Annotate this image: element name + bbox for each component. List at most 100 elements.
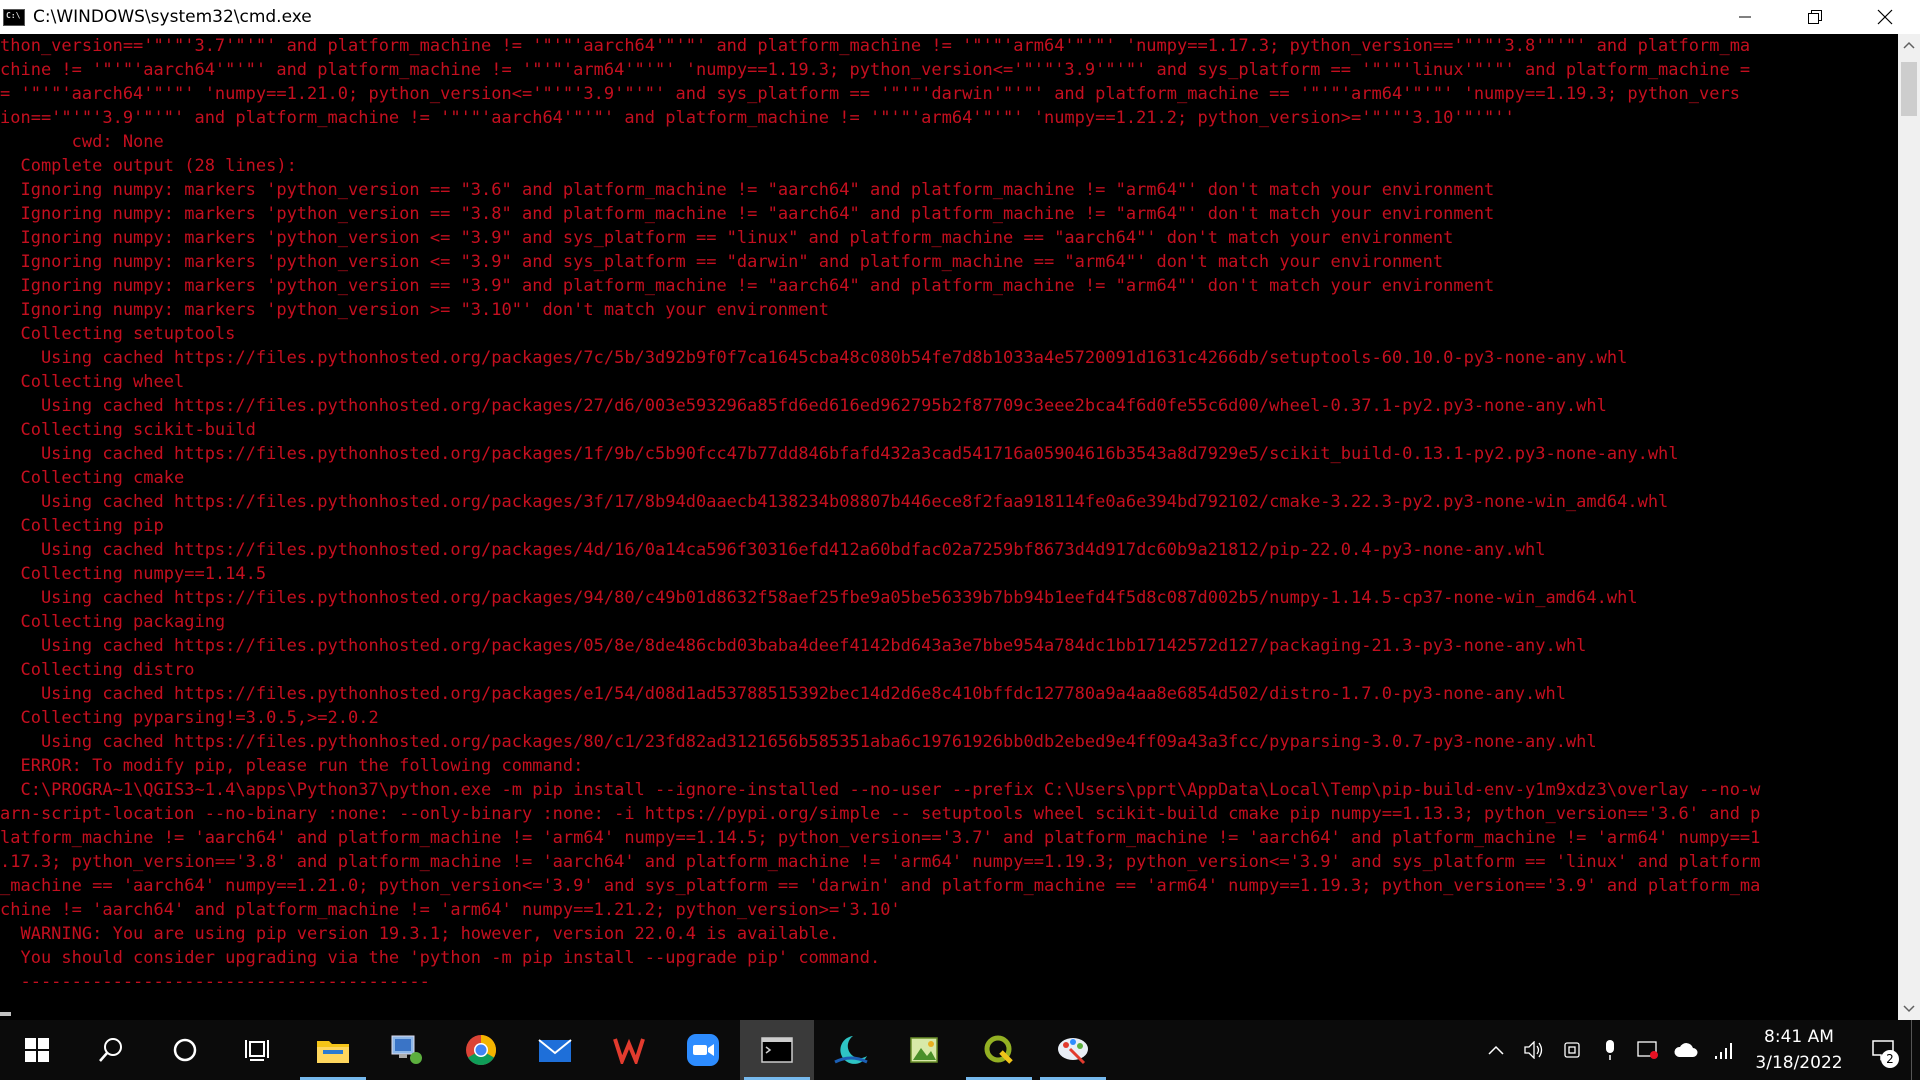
console-line: latform_machine != 'aarch64' and platfor… <box>0 828 1761 848</box>
scroll-down-button[interactable] <box>1898 998 1920 1020</box>
moon-icon <box>834 1036 868 1064</box>
minimize-icon <box>1739 16 1751 18</box>
device-tray-button[interactable] <box>1553 1020 1591 1080</box>
scroll-thumb[interactable] <box>1901 62 1917 116</box>
system-tray: 8:41 AM 3/18/2022 2 <box>1477 1020 1920 1080</box>
task-view-button[interactable] <box>222 1020 296 1080</box>
network-app-button[interactable] <box>370 1020 444 1080</box>
show-desktop-button[interactable] <box>1911 1020 1920 1080</box>
screen-icon <box>1637 1041 1658 1059</box>
console-line: chine != 'aarch64' and platform_machine … <box>0 900 901 920</box>
search-button[interactable] <box>74 1020 148 1080</box>
close-button[interactable] <box>1850 0 1920 34</box>
volume-button[interactable] <box>1515 1020 1553 1080</box>
wifi-button[interactable] <box>1705 1020 1743 1080</box>
paint-app-button[interactable] <box>1036 1020 1110 1080</box>
qgis-button[interactable] <box>962 1020 1036 1080</box>
chrome-icon <box>466 1035 497 1066</box>
console-line: Ignoring numpy: markers 'python_version … <box>0 252 1444 272</box>
video-camera-icon <box>687 1034 719 1066</box>
palette-icon <box>1058 1038 1088 1065</box>
wifi-icon <box>1715 1043 1732 1059</box>
console-line: Using cached https://files.pythonhosted.… <box>0 492 1669 512</box>
mail-icon <box>538 1039 572 1062</box>
console-line: Using cached https://files.pythonhosted.… <box>0 684 1566 704</box>
console-line: Using cached https://files.pythonhosted.… <box>0 348 1628 368</box>
chrome-button[interactable] <box>444 1020 518 1080</box>
console-line: Collecting setuptools <box>0 324 236 344</box>
zoom-button[interactable] <box>666 1020 740 1080</box>
mail-button[interactable] <box>518 1020 592 1080</box>
system-clock[interactable]: 8:41 AM 3/18/2022 <box>1743 1020 1855 1080</box>
console-line: _machine == 'aarch64' numpy==1.21.0; pyt… <box>0 876 1761 896</box>
console-line: Using cached https://files.pythonhosted.… <box>0 732 1597 752</box>
console-line: You should consider upgrading via the 'p… <box>0 948 881 968</box>
circle-icon <box>173 1038 197 1062</box>
windows-logo-icon <box>25 1038 49 1062</box>
console-line: C:\PROGRA~1\QGIS3~1.4\apps\Python37\pyth… <box>0 780 1761 800</box>
microphone-button[interactable] <box>1591 1020 1629 1080</box>
console-line: cwd: None <box>0 132 164 152</box>
console-line: WARNING: You are using pip version 19.3.… <box>0 924 840 944</box>
console-line: Collecting wheel <box>0 372 185 392</box>
file-explorer-button[interactable] <box>296 1020 370 1080</box>
clock-time: 8:41 AM <box>1764 1027 1834 1047</box>
console-line: Ignoring numpy: markers 'python_version … <box>0 300 830 320</box>
console-line: Using cached https://files.pythonhosted.… <box>0 588 1638 608</box>
minimize-button[interactable] <box>1710 0 1780 34</box>
qgis-icon <box>984 1035 1013 1064</box>
console-line: Using cached https://files.pythonhosted.… <box>0 444 1679 464</box>
console-line: thon_version=='"'"'3.7'"'"' and platform… <box>0 36 1751 56</box>
vertical-scrollbar[interactable] <box>1898 34 1920 1020</box>
console-line: Using cached https://files.pythonhosted.… <box>0 540 1546 560</box>
console-line: ion=='"'"'3.9'"'"' and platform_machine … <box>0 108 1515 128</box>
console-line: chine != '"'"'aarch64'"'"' and platform_… <box>0 60 1751 80</box>
console-line: Collecting distro <box>0 660 195 680</box>
wps-office-button[interactable] <box>592 1020 666 1080</box>
window-controls <box>1710 0 1920 34</box>
console-line: Complete output (28 lines): <box>0 156 297 176</box>
console-line: Collecting numpy==1.14.5 <box>0 564 267 584</box>
window-title: C:\WINDOWS\system32\cmd.exe <box>33 7 312 27</box>
console-output[interactable]: thon_version=='"'"'3.7'"'"' and platform… <box>0 34 1898 1020</box>
action-center-button[interactable]: 2 <box>1855 1020 1911 1080</box>
cmd-app-icon <box>3 8 25 26</box>
console-line: .17.3; python_version=='3.8' and platfor… <box>0 852 1761 872</box>
scroll-up-button[interactable] <box>1898 34 1920 56</box>
console-line: Ignoring numpy: markers 'python_version … <box>0 228 1454 248</box>
microphone-icon <box>1606 1040 1614 1060</box>
console-line: ERROR: To modify pip, please run the fol… <box>0 756 584 776</box>
command-prompt-button[interactable] <box>740 1020 814 1080</box>
show-hidden-icons-button[interactable] <box>1477 1020 1515 1080</box>
console-line: Ignoring numpy: markers 'python_version … <box>0 204 1495 224</box>
text-cursor <box>0 1012 11 1016</box>
console-line: arn-script-location --no-binary :none: -… <box>0 804 1761 824</box>
volume-icon <box>1524 1041 1543 1059</box>
cloud-icon <box>1674 1043 1698 1057</box>
title-bar[interactable]: C:\WINDOWS\system32\cmd.exe <box>0 0 1920 34</box>
image-icon <box>910 1037 938 1063</box>
taskbar: 8:41 AM 3/18/2022 2 <box>0 1020 1920 1080</box>
chevron-up-icon <box>1903 41 1915 49</box>
console-line: Collecting cmake <box>0 468 185 488</box>
notification-count-badge: 2 <box>1881 1050 1899 1068</box>
console-line: Collecting pyparsing!=3.0.5,>=2.0.2 <box>0 708 379 728</box>
restore-button[interactable] <box>1780 0 1850 34</box>
start-button[interactable] <box>0 1020 74 1080</box>
console-line: Using cached https://files.pythonhosted.… <box>0 396 1607 416</box>
console-line: Collecting packaging <box>0 612 226 632</box>
console-line: Collecting scikit-build <box>0 420 256 440</box>
w-icon <box>613 1038 645 1064</box>
console-line: = '"'"'aarch64'"'"' 'numpy==1.21.0; pyth… <box>0 84 1740 104</box>
screen-tray-button[interactable] <box>1629 1020 1667 1080</box>
console-line: Using cached https://files.pythonhosted.… <box>0 636 1587 656</box>
image-app-button[interactable] <box>888 1020 962 1080</box>
terminal-icon <box>761 1037 793 1063</box>
device-icon <box>1564 1042 1580 1058</box>
task-view-icon <box>245 1040 269 1061</box>
moon-app-button[interactable] <box>814 1020 888 1080</box>
close-icon <box>1877 9 1893 25</box>
console-lines: thon_version=='"'"'3.7'"'"' and platform… <box>0 34 1898 994</box>
onedrive-button[interactable] <box>1667 1020 1705 1080</box>
cortana-button[interactable] <box>148 1020 222 1080</box>
